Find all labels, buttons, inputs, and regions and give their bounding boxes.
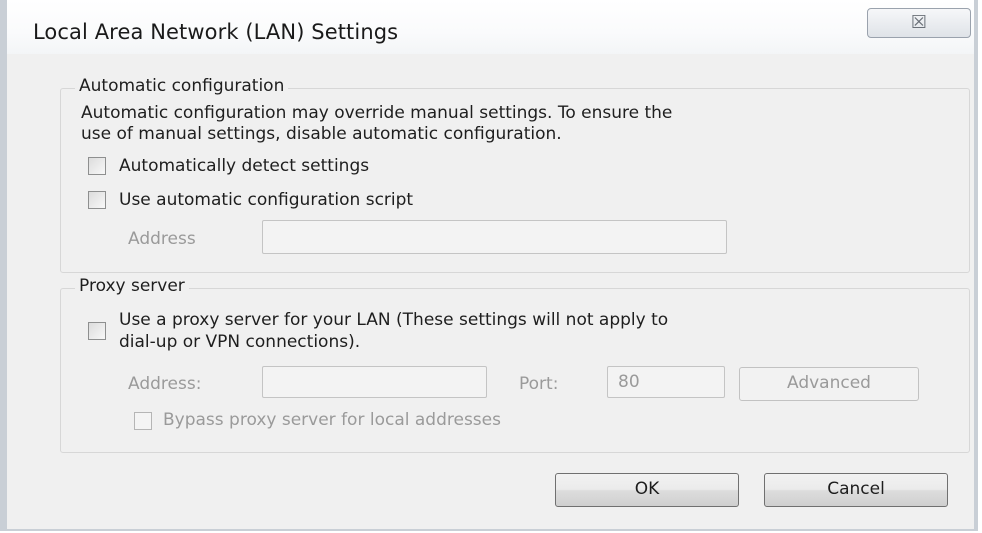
auto-config-description-line1: Automatic configuration may override man… bbox=[81, 103, 673, 123]
auto-detect-checkbox[interactable] bbox=[88, 157, 106, 175]
lan-settings-dialog: Local Area Network (LAN) Settings ☒ Auto… bbox=[0, 0, 978, 531]
close-icon: ☒ bbox=[910, 12, 928, 33]
auto-config-description-line2: use of manual settings, disable automati… bbox=[81, 124, 562, 144]
proxy-server-legend: Proxy server bbox=[75, 276, 189, 296]
use-proxy-label-line2[interactable]: dial-up or VPN connections). bbox=[119, 331, 360, 353]
title-bar: Local Area Network (LAN) Settings bbox=[7, 0, 974, 54]
auto-config-script-label[interactable]: Use automatic configuration script bbox=[119, 189, 413, 211]
proxy-port-input[interactable]: 80 bbox=[607, 366, 725, 398]
auto-detect-label[interactable]: Automatically detect settings bbox=[119, 155, 369, 177]
use-proxy-checkbox[interactable] bbox=[88, 322, 106, 340]
automatic-configuration-legend: Automatic configuration bbox=[75, 76, 289, 96]
cancel-button[interactable]: Cancel bbox=[764, 473, 948, 507]
advanced-button[interactable]: Advanced bbox=[739, 367, 919, 401]
use-proxy-label-line1[interactable]: Use a proxy server for your LAN (These s… bbox=[119, 309, 668, 331]
proxy-port-label: Port: bbox=[519, 374, 559, 394]
bypass-local-label[interactable]: Bypass proxy server for local addresses bbox=[163, 409, 501, 431]
ok-button[interactable]: OK bbox=[555, 473, 739, 507]
dialog-title: Local Area Network (LAN) Settings bbox=[33, 20, 399, 44]
script-address-input[interactable] bbox=[262, 220, 727, 254]
auto-config-script-checkbox[interactable] bbox=[88, 191, 106, 209]
proxy-address-label: Address: bbox=[128, 374, 202, 394]
close-button[interactable]: ☒ bbox=[867, 8, 971, 38]
bypass-local-checkbox[interactable] bbox=[134, 412, 152, 430]
proxy-address-input[interactable] bbox=[262, 366, 487, 398]
script-address-label: Address bbox=[128, 229, 196, 249]
